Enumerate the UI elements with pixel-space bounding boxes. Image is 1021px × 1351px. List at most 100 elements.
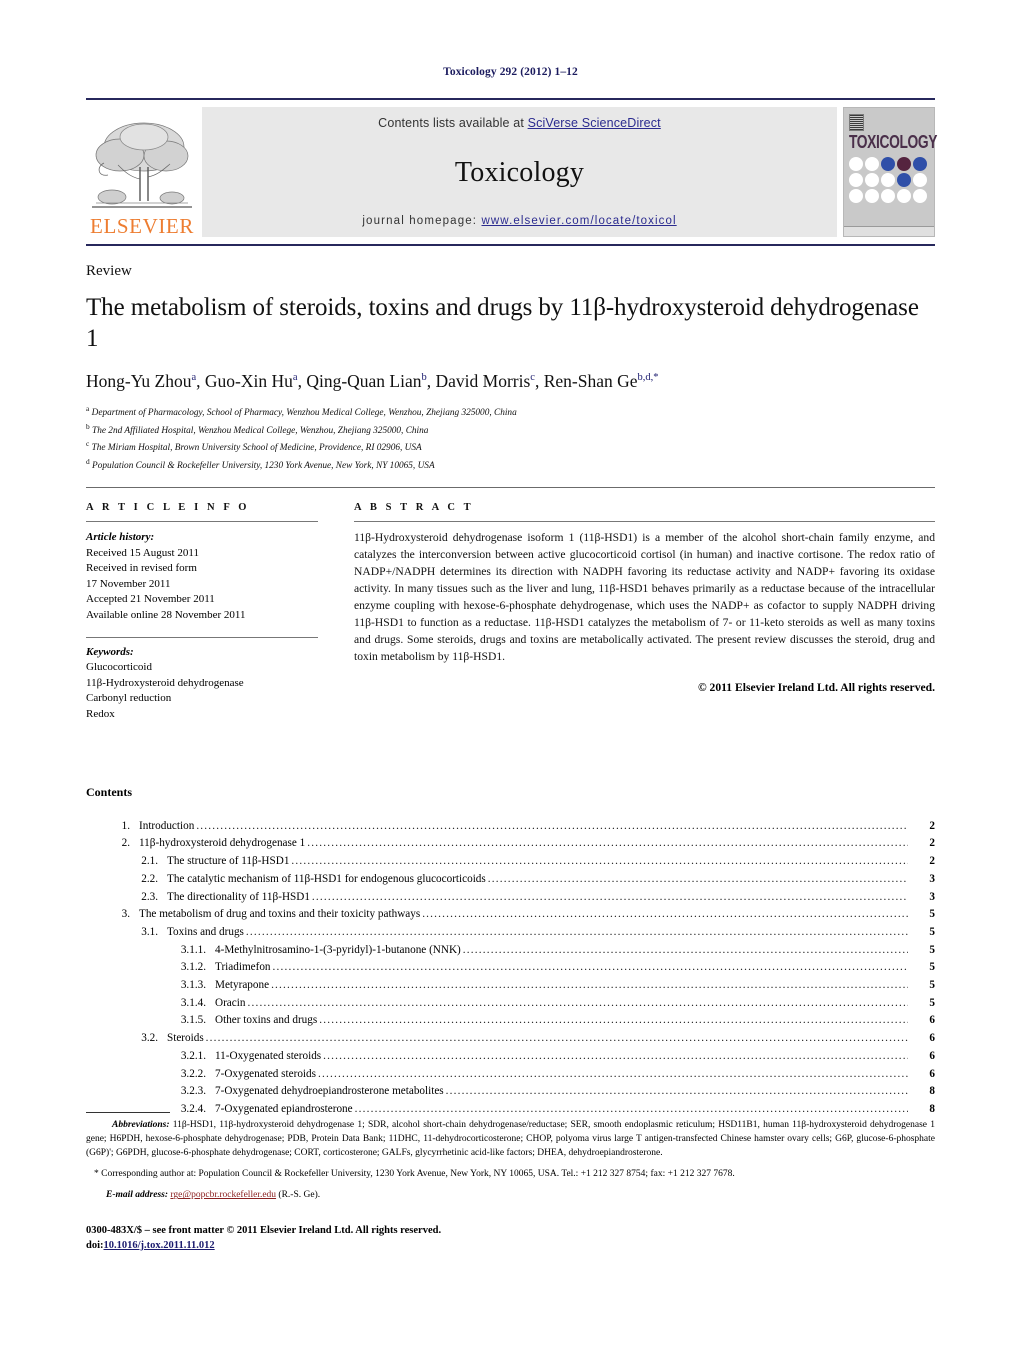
toc-label: The structure of 11β-HSD1 <box>167 855 290 868</box>
toc-leader: ........................................… <box>271 980 908 992</box>
journal-homepage-line: journal homepage: www.elsevier.com/locat… <box>362 215 676 227</box>
toc-label: Steroids <box>167 1032 204 1045</box>
cover-dot <box>865 157 879 171</box>
keywords-block: Keywords: Glucocorticoid 11β-Hydroxyster… <box>86 645 318 723</box>
toc-entry[interactable]: 3.1.2. Triadimefon .....................… <box>86 962 935 973</box>
toc-entry[interactable]: 3.2.3. 7-Oxygenated dehydroepiandrostero… <box>86 1086 935 1097</box>
toc-number: 3.1.5. <box>180 1014 206 1027</box>
keyword-item: Glucocorticoid <box>86 661 152 674</box>
toc-entry[interactable]: 1. Introduction ........................… <box>86 819 935 832</box>
toc-page-number: 6 <box>929 1032 935 1045</box>
keywords-label: Keywords: <box>86 645 134 658</box>
toc-entry[interactable]: 3.1.4. Oracin ..........................… <box>86 996 935 1009</box>
toc-entry[interactable]: 3. The metabolism of drug and toxins and… <box>86 909 935 920</box>
toc-entry[interactable]: 3.1.1. 4-Methylnitrosamino-1-(3-pyridyl)… <box>86 943 935 956</box>
author-name: Qing-Quan Lian <box>306 371 422 391</box>
toc-entry[interactable]: 2.1. The structure of 11β-HSD1 .........… <box>86 855 935 868</box>
contents-available-prefix: Contents lists available at <box>378 116 528 130</box>
cover-dot <box>897 189 911 203</box>
masthead-bottom-rule <box>86 244 935 246</box>
toc-number: 3.2. <box>141 1032 158 1045</box>
toc-entry[interactable]: 3.2. Steroids ..........................… <box>86 1032 935 1045</box>
journal-cover-thumbnail[interactable]: TOXICOLOGY <box>843 107 937 237</box>
affiliation-mark: b <box>86 421 90 431</box>
toc-entry[interactable]: 3.1.5. Other toxins and drugs ..........… <box>86 1015 935 1026</box>
journal-masthead: ELSEVIER Contents lists available at Sci… <box>86 98 937 237</box>
affiliation-mark: a <box>86 404 90 413</box>
toc-page-number: 3 <box>929 872 935 885</box>
toc-entry[interactable]: 3.2.1. 11-Oxygenated steroids ..........… <box>86 1049 935 1062</box>
cover-dot <box>865 173 879 187</box>
author-name: Guo-Xin Hu <box>204 371 293 391</box>
journal-banner: Contents lists available at SciVerse Sci… <box>202 107 837 237</box>
toc-leader: ........................................… <box>462 944 908 956</box>
toc-page-number: 8 <box>929 1085 935 1098</box>
keyword-item: Redox <box>86 708 115 721</box>
toc-number: 3.1.1. <box>180 943 206 956</box>
toc-label: 11β-hydroxysteroid dehydrogenase 1 <box>139 837 306 850</box>
toc-page-number: 5 <box>929 961 935 974</box>
toc-entry[interactable]: 3.1.3. Metyrapone ......................… <box>86 979 935 992</box>
article-history-label: Article history: <box>86 531 155 543</box>
email-link[interactable]: rge@popcbr.rockefeller.edu <box>170 1190 276 1200</box>
abstract-rule <box>354 521 935 522</box>
toc-page-number: 2 <box>929 819 935 832</box>
toc-number: 2.2. <box>141 872 158 885</box>
abstract-copyright: © 2011 Elsevier Ireland Ltd. All rights … <box>698 680 935 694</box>
cover-dot <box>881 173 895 187</box>
article-history-item: Accepted 21 November 2011 <box>86 593 215 606</box>
toc-entry[interactable]: 2.3. The directionality of 11β-HSD1 ....… <box>86 890 935 903</box>
toc-leader: ........................................… <box>311 891 908 903</box>
page-title: The metabolism of steroids, toxins and d… <box>86 294 919 352</box>
keyword-item: 11β-Hydroxysteroid dehydrogenase <box>86 676 244 689</box>
toc-label: Oracin <box>215 996 246 1009</box>
affiliation-item: a Department of Pharmacology, School of … <box>86 403 935 421</box>
author-name: David Morris <box>435 371 531 391</box>
cover-dot <box>849 189 863 203</box>
toc-leader: ........................................… <box>245 926 908 938</box>
toc-entry[interactable]: 3.2.2. 7-Oxygenated steroids ...........… <box>86 1068 935 1080</box>
author-affil-marks: a <box>191 372 197 384</box>
toc-number: 3.1.3. <box>180 979 206 992</box>
affiliation-item: c The Miriam Hospital, Brown University … <box>86 438 935 456</box>
toc-entry[interactable]: 3.1. Toxins and drugs ..................… <box>86 925 935 938</box>
affiliation-item: d Population Council & Rockefeller Unive… <box>86 456 935 474</box>
toc-page-number: 5 <box>929 908 935 921</box>
author-affil-marks: b,d,* <box>637 372 659 384</box>
article-history-item: Received 15 August 2011 <box>86 546 199 559</box>
doi-link[interactable]: 10.1016/j.tox.2011.11.012 <box>104 1240 215 1251</box>
toc-leader: ........................................… <box>307 838 908 850</box>
toc-leader: ........................................… <box>323 1050 908 1062</box>
toc-number: 3.2.1. <box>180 1049 206 1062</box>
cover-dot <box>913 173 927 187</box>
toc-number: 2. <box>121 837 130 850</box>
sciencedirect-link[interactable]: SciVerse ScienceDirect <box>528 116 661 130</box>
toc-entry[interactable]: 2. 11β-hydroxysteroid dehydrogenase 1 ..… <box>86 838 935 849</box>
cover-dot <box>897 157 911 171</box>
article-head-rule <box>86 487 935 488</box>
cover-elsevier-icon <box>849 114 864 131</box>
toc-label: Toxins and drugs <box>167 925 244 938</box>
toc-leader: ........................................… <box>445 1086 908 1098</box>
cover-dot-row <box>849 157 929 171</box>
article-info-heading: A R T I C L E I N F O <box>86 502 250 513</box>
abbreviations-note: Abbreviations: 11β-HSD1, 11β-hydroxyster… <box>86 1118 935 1160</box>
toc-leader: ........................................… <box>422 909 908 921</box>
toc-number: 3.1.4. <box>180 996 206 1009</box>
cover-dot <box>897 173 911 187</box>
article-history-item: 17 November 2011 <box>86 577 171 590</box>
toc-page-number: 2 <box>929 837 935 850</box>
toc-number: 2.3. <box>141 890 158 903</box>
abbreviations-label: Abbreviations: <box>112 1120 170 1130</box>
toc-entry[interactable]: 2.2. The catalytic mechanism of 11β-HSD1… <box>86 872 935 885</box>
journal-homepage-link[interactable]: www.elsevier.com/locate/toxicol <box>482 215 677 227</box>
article-info-rule <box>86 521 318 522</box>
toc-label: Other toxins and drugs <box>215 1014 318 1027</box>
toc-page-number: 6 <box>929 1049 935 1062</box>
toc-page-number: 2 <box>929 855 935 868</box>
issn-front-matter: 0300-483X/$ – see front matter © 2011 El… <box>86 1225 442 1236</box>
toc-page-number: 5 <box>929 996 935 1009</box>
affiliation-mark: d <box>86 456 90 466</box>
author-affil-marks: b <box>421 372 427 384</box>
affiliation-text: The 2nd Affiliated Hospital, Wenzhou Med… <box>92 425 429 436</box>
